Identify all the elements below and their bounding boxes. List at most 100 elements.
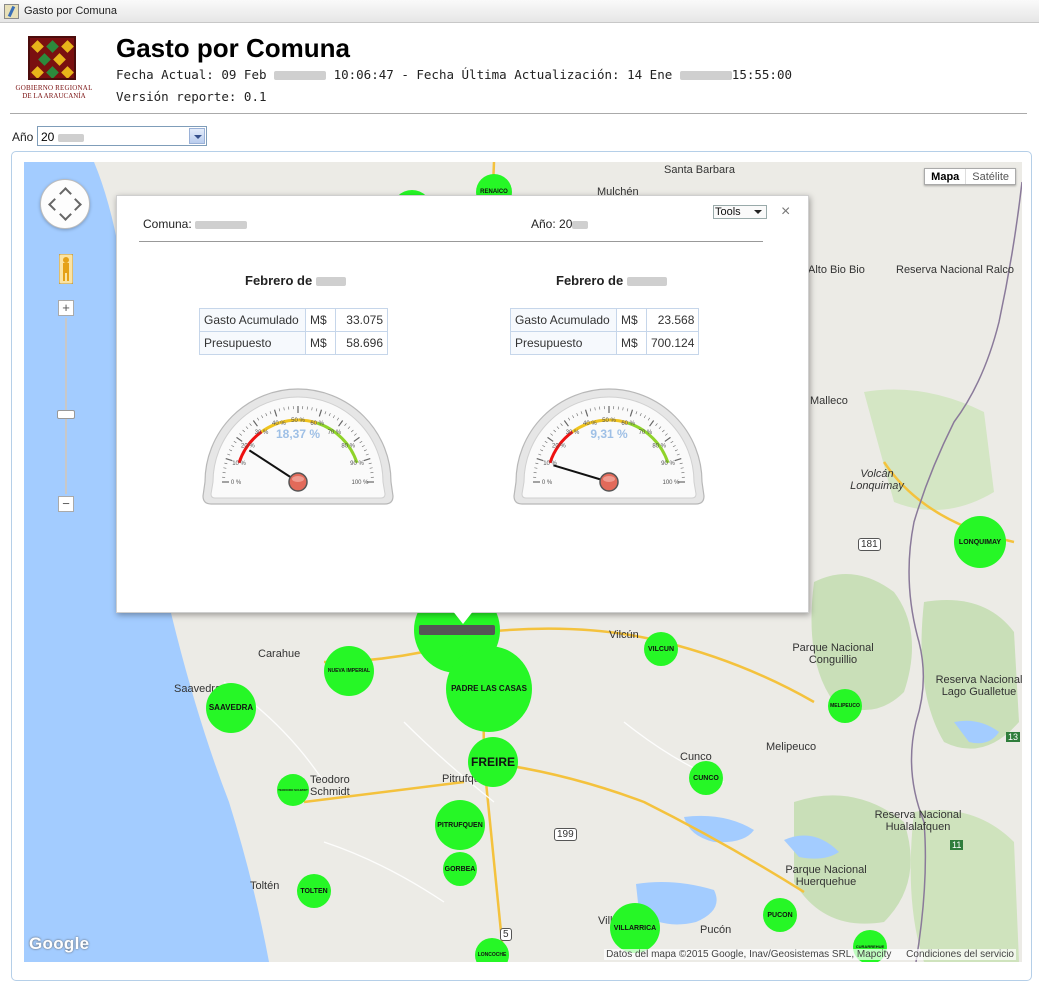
fecha-actual-time: 10:06:47 <box>334 67 394 82</box>
table-row: Gasto Acumulado M$ 33.075 <box>200 309 388 332</box>
currency: M$ <box>306 309 336 332</box>
year-label: Año <box>12 130 33 144</box>
place-label: Carahue <box>258 648 300 660</box>
pegman-icon[interactable] <box>59 254 73 284</box>
gauge-tick-label: 30 % <box>566 430 580 436</box>
bubble-teodoro-schmidt[interactable]: TEODORO SCHMIDT <box>277 774 309 806</box>
presupuesto-value: 58.696 <box>336 332 388 355</box>
place-label: Vilcún <box>609 629 639 641</box>
pan-down-icon[interactable] <box>59 208 72 221</box>
google-logo: Google <box>29 934 89 954</box>
gauge-tick-label: 50 % <box>602 418 616 424</box>
bubble-vilcun[interactable]: VILCUN <box>644 632 678 666</box>
map-type-satellite-button[interactable]: Satélite <box>966 169 1015 184</box>
place-label: Teodoro Schmidt <box>310 774 354 798</box>
gauge-tick-label: 90 % <box>350 461 364 467</box>
gauge-tick-label: 30 % <box>255 430 269 436</box>
bubble-lonquimay[interactable]: LONQUIMAY <box>954 516 1006 568</box>
section-title: Febrero de <box>556 273 667 288</box>
bubble-saavedra[interactable]: SAAVEDRA <box>206 683 256 733</box>
pan-control[interactable] <box>40 179 90 229</box>
pan-up-icon[interactable] <box>59 187 72 200</box>
place-label: Reserva Nacional Ralco <box>896 264 1014 276</box>
gauge-tick-label: 70 % <box>639 430 653 436</box>
bubble-freire[interactable]: FREIRE <box>468 737 518 787</box>
year-select[interactable]: 20 <box>37 126 207 146</box>
section-title: Febrero de <box>245 273 346 288</box>
gauge-tick-label: 70 % <box>328 430 342 436</box>
bubble-melipeuco[interactable]: MELIPEUCO <box>828 689 862 723</box>
pan-left-icon[interactable] <box>48 198 61 211</box>
bubble-tolten[interactable]: TOLTEN <box>297 874 331 908</box>
gasto-value: 33.075 <box>336 309 388 332</box>
gauge-tick-label: 10 % <box>232 461 246 467</box>
bubble-villarrica[interactable]: VILLARRICA <box>610 903 660 953</box>
gasto-value: 23.568 <box>647 309 699 332</box>
map-type-map-button[interactable]: Mapa <box>925 169 966 184</box>
report-version: Versión reporte: 0.1 <box>116 89 267 104</box>
window-titlebar: Gasto por Comuna <box>0 0 1039 23</box>
redacted-year <box>680 71 732 80</box>
year-select-value: 20 <box>41 130 54 144</box>
page-title: Gasto por Comuna <box>116 33 350 64</box>
place-label: Malleco <box>810 395 848 407</box>
presupuesto-label: Presupuesto <box>511 332 617 355</box>
gobierno-regional-logo: GOBIERNO REGIONAL DE LA ARAUCANÍA <box>14 36 94 102</box>
fecha-actual: Fecha Actual: 09 Feb <box>116 67 267 82</box>
zoom-slider-handle[interactable] <box>57 410 75 419</box>
bubble-padre-las-casas[interactable]: PADRE LAS CASAS <box>446 646 532 732</box>
update-dates: Fecha Actual: 09 Feb 10:06:47 - Fecha Úl… <box>116 67 792 82</box>
zoom-in-button[interactable]: + <box>58 300 74 316</box>
road-shield: 13 <box>1006 732 1020 742</box>
presupuesto-label: Presupuesto <box>200 332 306 355</box>
values-table: Gasto Acumulado M$ 23.568 Presupuesto M$… <box>510 308 699 355</box>
gauge-tick-label: 100 % <box>662 480 680 486</box>
chevron-down-icon[interactable] <box>189 128 205 144</box>
app-icon <box>4 4 19 19</box>
tools-dropdown[interactable]: Tools <box>713 205 767 219</box>
gauge: 0 %10 %20 %30 %40 %50 %60 %70 %80 %90 %1… <box>508 384 710 508</box>
place-label: Melipeuco <box>766 741 816 753</box>
place-label: Volcán Lonquimay <box>842 468 912 492</box>
gauge-tick-label: 20 % <box>552 444 566 450</box>
table-row: Presupuesto M$ 58.696 <box>200 332 388 355</box>
currency: M$ <box>617 309 647 332</box>
presupuesto-value: 700.124 <box>647 332 699 355</box>
header-divider <box>10 113 1027 114</box>
bubble-pucon[interactable]: PUCON <box>763 898 797 932</box>
bubble-gorbea[interactable]: GORBEA <box>443 852 477 886</box>
currency: M$ <box>306 332 336 355</box>
currency: M$ <box>617 332 647 355</box>
fecha-ultima-time: 15:55:00 <box>732 67 792 82</box>
place-label: Santa Barbara <box>664 164 735 176</box>
place-label: Parque Nacional Conguillio <box>792 642 874 666</box>
road-shield: 5 <box>500 928 512 941</box>
place-label: Pucón <box>700 924 731 936</box>
bubble-pitrufquen[interactable]: PITRUFQUEN <box>435 800 485 850</box>
gauge-tick-label: 80 % <box>652 444 666 450</box>
values-table: Gasto Acumulado M$ 33.075 Presupuesto M$… <box>199 308 388 355</box>
redacted-comuna <box>195 221 247 229</box>
window-title: Gasto por Comuna <box>24 5 117 17</box>
gasto-label: Gasto Acumulado <box>200 309 306 332</box>
pan-right-icon[interactable] <box>69 198 82 211</box>
place-label: Toltén <box>250 880 279 892</box>
info-window: Comuna: Año: 20 Tools × Febrero de Gasto… <box>116 195 809 613</box>
close-icon[interactable]: × <box>781 203 790 221</box>
gauge-tick-label: 80 % <box>341 444 355 450</box>
bubble-cunco[interactable]: CUNCO <box>689 761 723 795</box>
gauge-value-text: 9,31 % <box>590 427 628 441</box>
gauge-value-text: 18,37 % <box>276 427 320 441</box>
gauge-tick-label: 0 % <box>231 480 242 486</box>
gauge-tick-label: 0 % <box>542 480 553 486</box>
terms-link[interactable]: Condiciones del servicio <box>906 949 1014 960</box>
bubble-nueva-imperial[interactable]: NUEVA IMPERIAL <box>324 646 374 696</box>
info-divider <box>139 241 763 242</box>
gauge: 0 %10 %20 %30 %40 %50 %60 %70 %80 %90 %1… <box>197 384 399 508</box>
road-shield: 181 <box>858 538 881 551</box>
place-label: Alto Bio Bio <box>808 264 865 276</box>
zoom-out-button[interactable]: − <box>58 496 74 512</box>
zoom-slider-track[interactable] <box>65 318 67 494</box>
anio-label: Año: 20 <box>531 217 588 231</box>
fecha-ultima: - Fecha Última Actualización: 14 Ene <box>401 67 672 82</box>
